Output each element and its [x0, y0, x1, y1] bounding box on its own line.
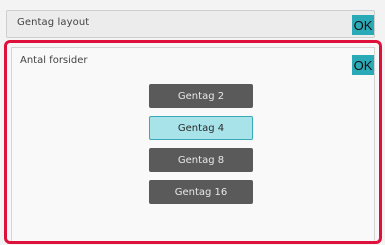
options-panel: Antal forsider OK Gentag 2 Gentag 4 Gent… [4, 40, 382, 244]
screen: Gentag layout OK Antal forsider OK Genta… [0, 0, 385, 245]
panel-title: Antal forsider [20, 55, 88, 66]
option-button-gentag-4[interactable]: Gentag 4 [149, 116, 253, 140]
option-button-gentag-8[interactable]: Gentag 8 [149, 148, 253, 172]
option-button-gentag-2[interactable]: Gentag 2 [149, 84, 253, 108]
header-title: Gentag layout [17, 17, 90, 28]
header-ok-button[interactable]: OK [352, 15, 374, 35]
option-button-gentag-16[interactable]: Gentag 16 [149, 180, 253, 204]
options-panel-inner: Antal forsider OK Gentag 2 Gentag 4 Gent… [11, 47, 375, 241]
panel-ok-button[interactable]: OK [352, 55, 374, 75]
header-bar: Gentag layout OK [6, 10, 375, 38]
